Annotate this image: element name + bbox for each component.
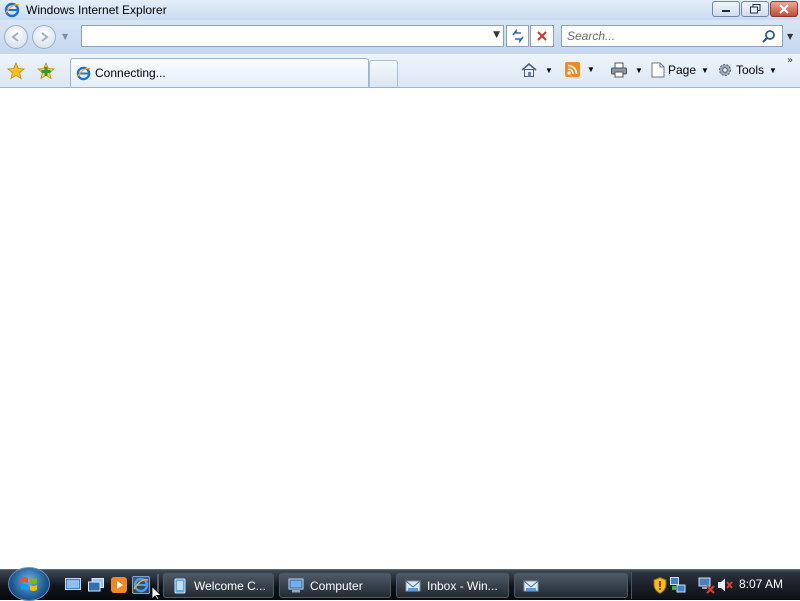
tools-menu-label: Tools <box>736 63 765 77</box>
taskbar: Welcome C... Computer Inbox - Win... 8:0… <box>0 567 800 601</box>
stop-button[interactable] <box>530 25 554 47</box>
minimize-icon <box>722 10 730 12</box>
tools-menu-button[interactable]: Tools ▼ <box>717 62 777 78</box>
minimize-button[interactable] <box>712 1 740 17</box>
mouse-cursor-icon <box>151 586 162 600</box>
back-arrow-icon <box>11 32 19 42</box>
address-dropdown-icon[interactable]: ▼ <box>493 30 500 40</box>
quick-launch-ie-button[interactable] <box>132 576 150 594</box>
mail-icon <box>523 580 539 591</box>
network-disconnected-icon[interactable] <box>698 577 715 594</box>
page-dropdown-icon[interactable]: ▼ <box>701 66 709 75</box>
page-icon <box>651 62 665 78</box>
forward-arrow-icon <box>41 32 49 42</box>
network-icon[interactable] <box>670 577 686 594</box>
print-dropdown-icon[interactable]: ▼ <box>635 66 643 75</box>
window-title: Windows Internet Explorer <box>26 3 167 17</box>
page-menu-label: Page <box>668 63 697 77</box>
start-button[interactable] <box>8 567 50 601</box>
add-to-favorites-icon[interactable] <box>37 62 55 80</box>
taskbar-button-label: Inbox - Win... <box>427 578 498 593</box>
show-desktop-icon <box>65 578 81 590</box>
tab-label: Connecting... <box>95 66 166 80</box>
chevron-more-icon[interactable]: » <box>787 55 793 66</box>
search-options-dropdown[interactable]: ▼ <box>787 32 793 41</box>
refresh-icon <box>511 29 524 43</box>
restore-button[interactable] <box>741 1 769 17</box>
tools-dropdown-icon[interactable]: ▼ <box>769 66 777 75</box>
ie-icon <box>76 66 91 80</box>
title-bar: Windows Internet Explorer <box>0 0 800 20</box>
page-content[interactable] <box>0 89 800 569</box>
clock[interactable]: 8:07 AM <box>739 577 783 591</box>
window-controls <box>712 1 798 17</box>
taskbar-button-label: Computer <box>310 578 363 593</box>
search-input[interactable] <box>562 26 752 46</box>
welcome-center-icon <box>174 578 186 593</box>
forward-button[interactable] <box>32 25 56 49</box>
search-icon[interactable] <box>762 29 776 43</box>
feeds-dropdown-icon[interactable]: ▼ <box>587 65 595 74</box>
tools-gear-icon <box>719 64 731 76</box>
close-button[interactable] <box>770 1 798 17</box>
computer-icon <box>288 578 304 592</box>
taskbar-button-label: Welcome C... <box>194 578 266 593</box>
refresh-button[interactable] <box>506 25 529 47</box>
print-icon <box>611 62 627 78</box>
stop-icon <box>537 31 547 41</box>
home-icon <box>521 63 537 77</box>
recent-pages-dropdown[interactable]: ▼ <box>62 32 68 41</box>
show-desktop-button[interactable] <box>64 576 82 594</box>
media-player-icon <box>111 577 127 593</box>
ie-icon <box>4 2 20 18</box>
home-dropdown-icon[interactable]: ▼ <box>545 66 553 75</box>
feeds-button[interactable]: ▼ <box>565 62 595 77</box>
print-button[interactable]: ▼ <box>610 62 643 78</box>
close-icon <box>779 4 789 14</box>
tab-bar: Connecting... ▼ ▼ ▼ Page ▼ Tools ▼ » <box>0 54 800 88</box>
feeds-icon <box>565 62 580 77</box>
back-button[interactable] <box>4 25 28 49</box>
page-menu-button[interactable]: Page ▼ <box>651 62 709 78</box>
home-button[interactable]: ▼ <box>520 62 553 78</box>
switch-windows-icon <box>88 578 104 592</box>
new-tab-button[interactable] <box>369 60 398 87</box>
restore-icon <box>749 4 760 14</box>
address-bar[interactable]: ▼ <box>81 25 504 47</box>
windows-start-icon <box>21 577 37 591</box>
taskbar-button-mail-window[interactable] <box>514 573 628 598</box>
switch-windows-button[interactable] <box>87 576 105 594</box>
taskbar-button-computer[interactable]: Computer <box>279 573 391 598</box>
taskbar-button-welcome-center[interactable]: Welcome C... <box>163 573 274 598</box>
mail-icon <box>405 580 421 591</box>
favorites-star-icon[interactable] <box>7 62 25 80</box>
navigation-bar: ▼ ▼ ▼ <box>0 20 800 54</box>
taskbar-button-inbox[interactable]: Inbox - Win... <box>396 573 509 598</box>
tab-connecting[interactable]: Connecting... <box>70 58 369 87</box>
search-box[interactable] <box>561 25 783 47</box>
volume-muted-icon[interactable] <box>717 577 733 593</box>
ie-icon <box>133 577 149 593</box>
security-shield-icon[interactable] <box>653 577 667 594</box>
media-player-button[interactable] <box>110 576 128 594</box>
